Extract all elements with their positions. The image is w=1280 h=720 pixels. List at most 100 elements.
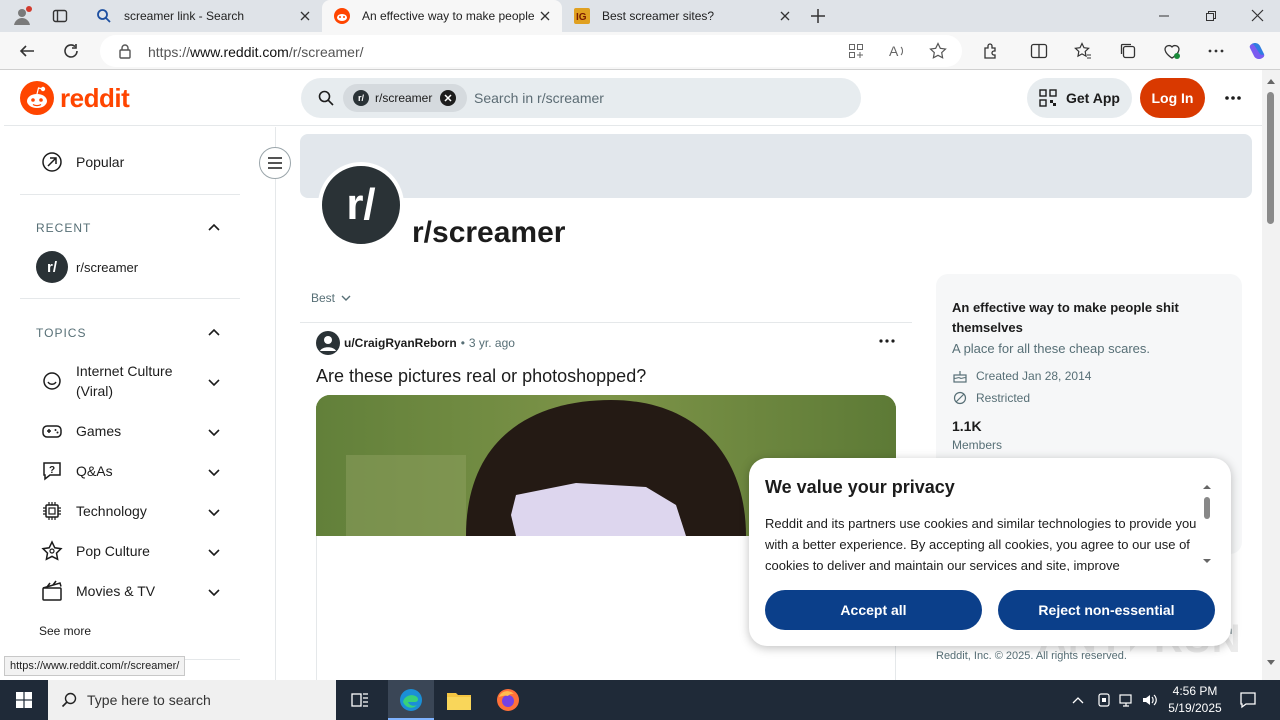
- privacy-title: We value your privacy: [765, 477, 955, 497]
- system-clock[interactable]: 4:56 PM 5/19/2025: [1160, 683, 1230, 717]
- sidebar-item-recent-screamer[interactable]: r/ r/screamer: [36, 251, 138, 283]
- firefox-icon[interactable]: [496, 688, 520, 712]
- sidebar-topic-qas[interactable]: ? Q&As: [40, 459, 113, 483]
- subreddit-title: r/screamer: [412, 216, 566, 249]
- close-window-icon[interactable]: [1251, 9, 1264, 22]
- close-tab-icon[interactable]: [538, 9, 552, 23]
- search-scope-chip[interactable]: r/ r/screamer: [343, 84, 467, 112]
- topics-heading[interactable]: TOPICS: [36, 326, 86, 340]
- browser-tab-bar: screamer link - Search An effective way …: [0, 0, 1280, 32]
- chevron-down-icon[interactable]: [207, 585, 221, 599]
- lock-icon[interactable]: [118, 43, 132, 59]
- login-button[interactable]: Log In: [1140, 78, 1205, 118]
- volume-icon[interactable]: [1141, 692, 1159, 708]
- star-icon: [41, 540, 63, 561]
- file-explorer-icon[interactable]: [446, 689, 472, 711]
- clapper-icon: [42, 580, 62, 601]
- sort-dropdown[interactable]: Best: [311, 291, 351, 305]
- favorites-icon[interactable]: [1074, 42, 1092, 60]
- post-author[interactable]: u/CraigRyanReborn: [344, 336, 457, 350]
- minimize-icon[interactable]: [1158, 10, 1170, 22]
- user-avatar-icon[interactable]: [316, 331, 340, 355]
- tab-reddit[interactable]: An effective way to make people: [322, 0, 562, 32]
- refresh-icon[interactable]: [62, 42, 80, 60]
- app-available-icon[interactable]: [848, 43, 864, 59]
- profile-icon[interactable]: [12, 6, 32, 26]
- tab-screamer-sites[interactable]: IG Best screamer sites?: [562, 0, 802, 32]
- search-chip-label: r/screamer: [375, 91, 433, 105]
- recent-heading[interactable]: RECENT: [36, 221, 91, 235]
- back-icon[interactable]: [18, 42, 36, 60]
- start-button[interactable]: [0, 680, 48, 720]
- post-options-icon[interactable]: [879, 336, 895, 346]
- separator-dot: •: [460, 336, 465, 350]
- edge-taskbar-icon[interactable]: [388, 680, 434, 720]
- see-more-link[interactable]: See more: [39, 624, 91, 638]
- tab-search[interactable]: screamer link - Search: [84, 0, 322, 32]
- sidebar-topic-technology[interactable]: Technology: [40, 499, 147, 523]
- page-scrollbar[interactable]: [1262, 70, 1280, 680]
- device-icon[interactable]: [1096, 692, 1112, 708]
- task-view-icon[interactable]: [350, 691, 370, 709]
- chevron-down-icon[interactable]: [207, 505, 221, 519]
- restricted-row: Restricted: [952, 390, 1030, 406]
- sidebar-topic-internet-culture[interactable]: Internet Culture (Viral): [40, 361, 191, 401]
- copilot-icon[interactable]: [1246, 40, 1268, 62]
- divider: [20, 194, 240, 195]
- post-age: 3 yr. ago: [468, 336, 515, 350]
- network-icon[interactable]: [1119, 692, 1135, 708]
- subreddit-avatar: r/: [36, 251, 68, 283]
- privacy-scrollbar[interactable]: [1201, 482, 1213, 566]
- show-hidden-icons[interactable]: [1071, 694, 1085, 706]
- favorite-star-icon[interactable]: [929, 42, 947, 60]
- chevron-up-icon[interactable]: [207, 221, 221, 235]
- more-menu-icon[interactable]: [1207, 42, 1225, 60]
- close-tab-icon[interactable]: [778, 9, 792, 23]
- post-title[interactable]: Are these pictures real or photoshopped?: [316, 366, 646, 387]
- sidebar-item-label: Internet Culture (Viral): [76, 363, 173, 399]
- sidebar-item-label: Technology: [76, 503, 147, 519]
- chevron-down-icon[interactable]: [207, 545, 221, 559]
- clear-chip-icon[interactable]: [440, 90, 457, 106]
- browser-essentials-icon[interactable]: [1163, 42, 1181, 60]
- extensions-icon[interactable]: [982, 42, 1000, 60]
- restricted-label: Restricted: [976, 391, 1031, 405]
- tab-actions-icon[interactable]: [52, 8, 68, 24]
- sidebar-item-popular[interactable]: Popular: [40, 150, 124, 174]
- chevron-down-icon[interactable]: [207, 375, 221, 389]
- more-options-icon[interactable]: [1224, 90, 1242, 106]
- members-label: Members: [952, 438, 1003, 452]
- search-bar[interactable]: r/ r/screamer Search in r/screamer: [301, 78, 861, 118]
- close-tab-icon[interactable]: [298, 9, 312, 23]
- new-tab-icon[interactable]: [810, 8, 826, 24]
- search-icon: [61, 692, 77, 708]
- sidebar-topic-movies-tv[interactable]: Movies & TV: [40, 579, 155, 603]
- sidebar-topic-games[interactable]: Games: [40, 419, 121, 443]
- reject-non-essential-button[interactable]: Reject non-essential: [998, 590, 1215, 630]
- get-app-button[interactable]: Get App: [1027, 78, 1132, 118]
- gamepad-icon: [42, 425, 62, 438]
- sidebar-topic-pop-culture[interactable]: Pop Culture: [40, 539, 150, 563]
- collapse-sidebar-button[interactable]: [259, 147, 291, 179]
- split-screen-icon[interactable]: [1030, 42, 1048, 60]
- chevron-up-icon[interactable]: [207, 326, 221, 340]
- sidebar-item-label: Games: [76, 423, 122, 439]
- address-bar[interactable]: https://www.reddit.com/r/screamer/ A: [100, 35, 962, 67]
- restore-icon[interactable]: [1205, 10, 1217, 22]
- clock-date: 5/19/2025: [1168, 701, 1222, 715]
- url-text[interactable]: https://www.reddit.com/r/screamer/: [148, 44, 364, 60]
- notifications-icon[interactable]: [1239, 691, 1257, 709]
- about-description: A place for all these cheap scares.: [952, 341, 1151, 356]
- reddit-logo[interactable]: reddit: [20, 81, 130, 115]
- chevron-down-icon[interactable]: [207, 465, 221, 479]
- smile-icon: [43, 372, 61, 390]
- accept-all-button[interactable]: Accept all: [765, 590, 982, 630]
- taskbar-search-box[interactable]: Type here to search: [48, 680, 336, 720]
- search-input[interactable]: Search in r/screamer: [474, 90, 604, 106]
- url-path: /r/screamer/: [288, 44, 364, 60]
- read-aloud-icon[interactable]: A: [889, 43, 907, 59]
- subreddit-mini-icon: r/: [353, 90, 369, 106]
- chevron-down-icon[interactable]: [207, 425, 221, 439]
- search-icon: [97, 9, 111, 23]
- collections-icon[interactable]: [1119, 42, 1137, 60]
